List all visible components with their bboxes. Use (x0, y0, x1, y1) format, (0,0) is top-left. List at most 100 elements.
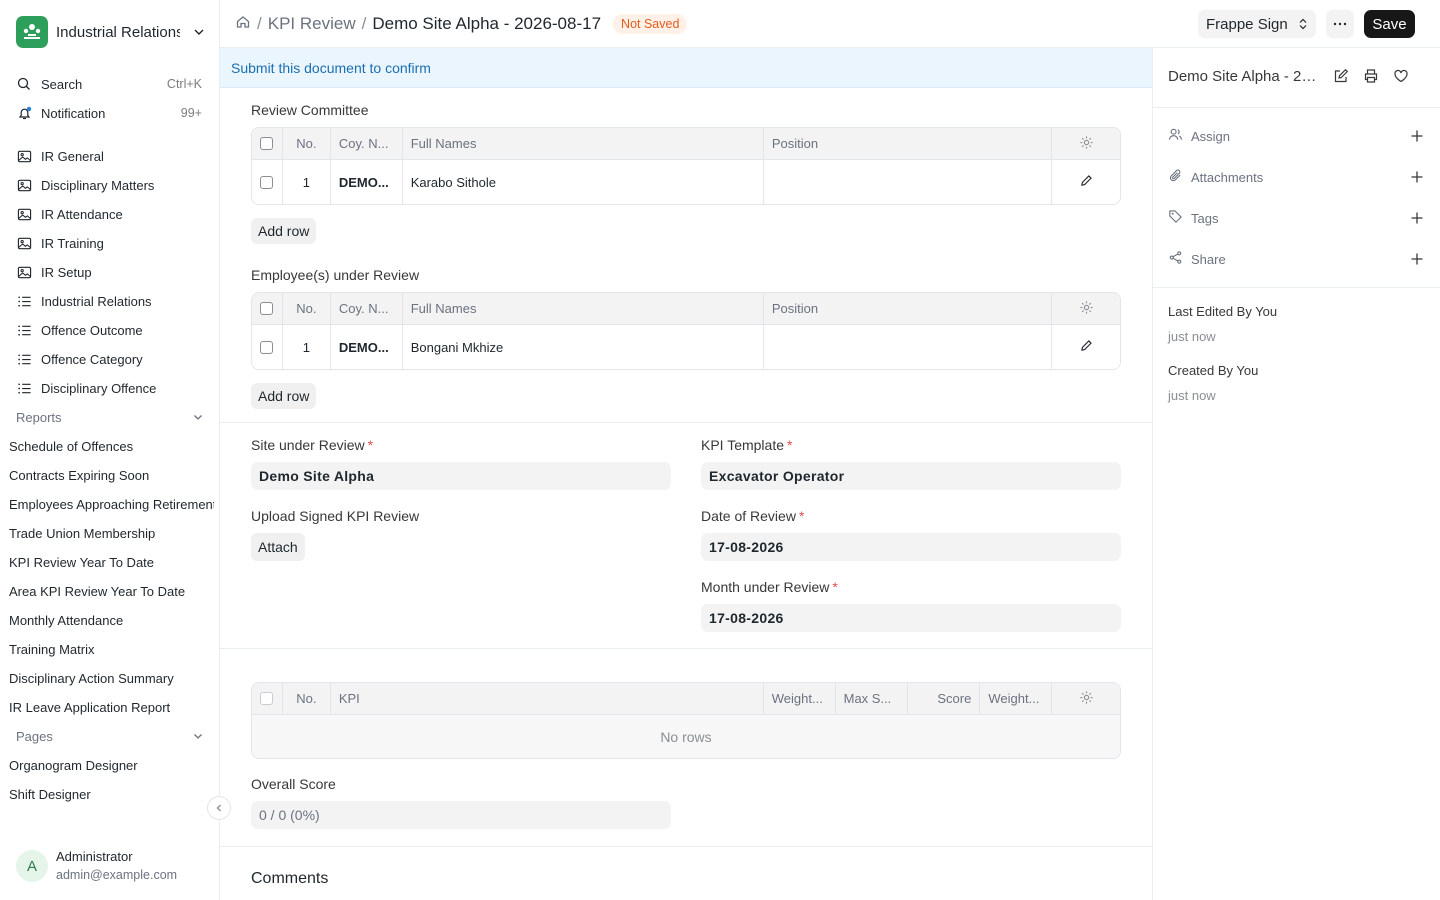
row-checkbox[interactable] (260, 175, 274, 189)
page-link[interactable]: Organogram Designer (9, 752, 214, 778)
sidebar-attachments[interactable]: Attachments (1168, 167, 1425, 187)
sidebar-search[interactable]: Search Ctrl+K (8, 71, 212, 97)
full-names-cell[interactable]: Bongani Mkhize (403, 325, 764, 369)
gear-icon[interactable] (1079, 300, 1094, 318)
report-link[interactable]: Training Matrix (9, 636, 214, 662)
notification-count: 99+ (180, 106, 202, 120)
report-link[interactable]: Disciplinary Action Summary (9, 665, 214, 691)
add-assign-icon[interactable] (1409, 128, 1425, 144)
document-sidebar: Demo Site Alpha - 2026-08-17 Assign Atta… (1153, 48, 1440, 900)
tags-label: Tags (1191, 210, 1219, 226)
app-logo (16, 16, 48, 48)
report-link[interactable]: Contracts Expiring Soon (9, 462, 214, 488)
share-icon (1168, 250, 1183, 268)
full-names-cell[interactable]: Karabo Sithole (403, 160, 764, 204)
sort-icon (1299, 18, 1307, 30)
add-committee-row-button[interactable]: Add row (251, 218, 317, 244)
sidebar-item-offence-category[interactable]: Offence Category (8, 346, 212, 372)
topbar: / KPI Review / Demo Site Alpha - 2026-08… (220, 0, 1440, 48)
heart-icon[interactable] (1393, 68, 1409, 84)
month-under-review-field[interactable]: 17-08-2026 (701, 604, 1121, 632)
select-all-checkbox[interactable] (260, 302, 274, 315)
share-label: Share (1191, 251, 1226, 267)
sidebar-divider (1153, 107, 1440, 108)
sidebar-assign[interactable]: Assign (1168, 126, 1425, 146)
position-cell[interactable] (764, 160, 1053, 204)
ellipsis-icon (1333, 22, 1347, 26)
sidebar-share[interactable]: Share (1168, 249, 1425, 269)
reports-section-label: Reports (16, 409, 62, 425)
gear-icon[interactable] (1079, 690, 1094, 708)
breadcrumb-separator: / (257, 14, 262, 33)
site-under-review-field[interactable]: Demo Site Alpha (251, 462, 671, 490)
assign-label: Assign (1191, 128, 1231, 144)
report-link[interactable]: Schedule of Offences (9, 433, 214, 459)
add-tag-icon[interactable] (1409, 210, 1425, 226)
image-icon (16, 148, 32, 164)
edit-title-icon[interactable] (1333, 68, 1349, 84)
sidebar-item-disciplinary-offence[interactable]: Disciplinary Offence (8, 375, 212, 401)
sidebar-item-ir-setup[interactable]: IR Setup (8, 259, 212, 285)
coy-number-cell[interactable]: DEMO... (331, 160, 403, 204)
month-under-review-label: Month under Review * (701, 579, 838, 595)
select-all-checkbox[interactable] (260, 692, 274, 705)
sidebar-item-ir-attendance[interactable]: IR Attendance (8, 201, 212, 227)
report-link[interactable]: Employees Approaching Retirement (9, 491, 214, 517)
sidebar-item-offence-outcome[interactable]: Offence Outcome (8, 317, 212, 343)
table-row[interactable]: 1 DEMO... Karabo Sithole (252, 160, 1120, 204)
save-button[interactable]: Save (1364, 10, 1415, 38)
bell-icon (16, 105, 32, 121)
select-all-checkbox[interactable] (260, 137, 274, 150)
column-header: Position (764, 293, 1053, 324)
page-title: Demo Site Alpha - 2026-08-17 (372, 14, 602, 33)
user-menu[interactable]: A Administrator admin@example.com (16, 848, 177, 884)
add-employee-row-button[interactable]: Add row (251, 383, 317, 409)
overall-score-label: Overall Score (251, 776, 336, 792)
page-link[interactable]: Shift Designer (9, 781, 214, 807)
position-cell[interactable] (764, 325, 1053, 369)
reports-section-toggle[interactable]: Reports (16, 405, 212, 429)
sidebar-item-disciplinary-matters[interactable]: Disciplinary Matters (8, 172, 212, 198)
report-link[interactable]: Monthly Attendance (9, 607, 214, 633)
chevron-down-icon (194, 734, 202, 739)
sidebar-item-industrial-relations[interactable]: Industrial Relations (8, 288, 212, 314)
breadcrumb-parent[interactable]: KPI Review (268, 14, 356, 34)
print-icon[interactable] (1363, 68, 1379, 84)
coy-number-cell[interactable]: DEMO... (331, 325, 403, 369)
sidebar-divider (1153, 287, 1440, 288)
gear-icon[interactable] (1079, 135, 1094, 153)
edit-icon[interactable] (1080, 174, 1093, 190)
created-time: just now (1168, 388, 1216, 403)
column-header: Max S... (836, 683, 909, 714)
user-email: admin@example.com (56, 868, 178, 882)
attach-button[interactable]: Attach (251, 533, 305, 561)
report-link[interactable]: KPI Review Year To Date (9, 549, 214, 575)
column-header: Weight... (980, 683, 1053, 714)
sidebar-notification[interactable]: Notification 99+ (8, 100, 212, 126)
report-link[interactable]: Trade Union Membership (9, 520, 214, 546)
sidebar-tags[interactable]: Tags (1168, 208, 1425, 228)
table-row[interactable]: 1 DEMO... Bongani Mkhize (252, 325, 1120, 369)
more-actions-button[interactable] (1326, 10, 1354, 38)
add-share-icon[interactable] (1409, 251, 1425, 267)
app-switcher[interactable]: Industrial Relations (16, 16, 206, 48)
sidebar-item-label: IR Training (41, 235, 104, 251)
add-attachment-icon[interactable] (1409, 169, 1425, 185)
report-link[interactable]: Area KPI Review Year To Date (9, 578, 214, 604)
sidebar-item-ir-general[interactable]: IR General (8, 143, 212, 169)
edit-icon[interactable] (1080, 339, 1093, 355)
row-checkbox[interactable] (260, 340, 274, 354)
frappe-sign-select[interactable]: Frappe Sign (1198, 10, 1316, 38)
column-header: Position (764, 128, 1053, 159)
list-icon (16, 322, 32, 338)
report-link[interactable]: IR Leave Application Report (9, 694, 214, 720)
chevron-down-icon (194, 29, 204, 35)
pages-section-toggle[interactable]: Pages (16, 724, 212, 748)
kpi-template-field[interactable]: Excavator Operator (701, 462, 1121, 490)
form-main: Submit this document to confirm Review C… (220, 48, 1153, 900)
sidebar-item-ir-training[interactable]: IR Training (8, 230, 212, 256)
date-of-review-field[interactable]: 17-08-2026 (701, 533, 1121, 561)
row-number: 1 (283, 160, 331, 204)
image-icon (16, 177, 32, 193)
home-icon[interactable] (235, 14, 251, 35)
